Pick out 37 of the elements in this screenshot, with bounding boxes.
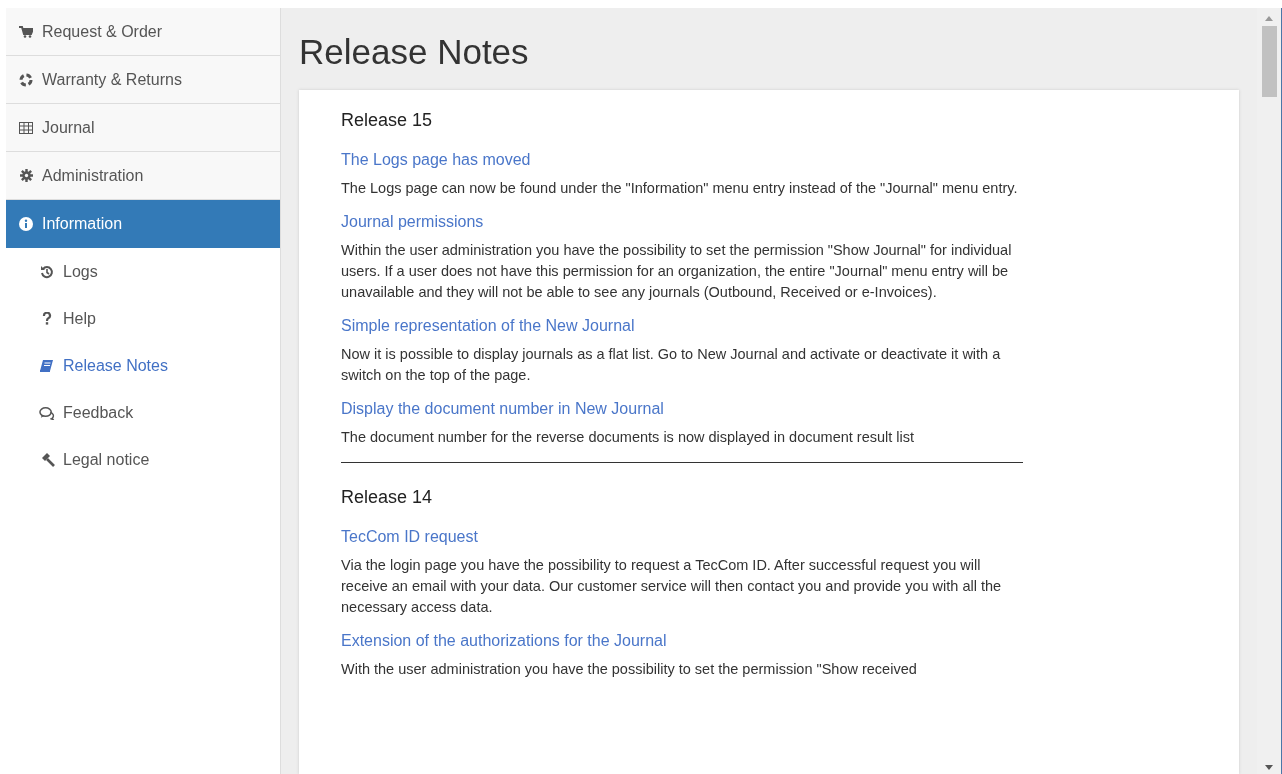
sidebar-item[interactable]: Warranty & Returns <box>6 56 280 104</box>
question-icon <box>42 312 52 325</box>
section-text: Now it is possible to display journals as a flat list. Go to New Journal and activate or deactivate it with a switch on the top of the page. <box>341 345 1002 385</box>
section-text: The document number for the reverse documents is now displayed in document result list <box>341 428 916 447</box>
section-heading: Extension of the authorizations for the Journal <box>341 632 667 650</box>
page-title: Release Notes <box>299 32 529 72</box>
sidebar-subitem[interactable]: Help <box>6 295 280 342</box>
sidebar-item[interactable]: Journal <box>6 104 280 152</box>
cart-icon <box>19 25 33 38</box>
sidebar-item[interactable]: Administration <box>6 152 280 200</box>
info-icon <box>19 216 33 231</box>
section-text: The Logs page can now be found under the "Information" menu entry instead of the "Journal" menu entry. <box>341 179 1019 198</box>
scrollbar-thumb[interactable] <box>1261 26 1277 97</box>
section-text: With the user administration you have the possibility to set the permission "Show received <box>341 660 918 679</box>
section-heading: The Logs page has moved <box>341 151 531 169</box>
sidebar-item[interactable]: Request & Order <box>6 8 280 56</box>
section-text: Via the login page you have the possibility to request a TecCom ID. After successful request you will receive an email with your data. Our customer service will then contact you and provide you with all the necessary access data. <box>341 556 1003 617</box>
release-heading: Release 14 <box>341 487 433 508</box>
section-text: Within the user administration you have the possibility to set the permission "Show Journal" for individual users. If a user does not have this permission for an organization, the entire "Journal" menu entry will be unavailable and they will not be able to see any journals (Outbound, Received or e-Invoices). <box>341 241 1013 302</box>
sidebar-subitem[interactable]: Logs <box>6 248 280 295</box>
history-icon <box>40 264 54 279</box>
section-heading: Simple representation of the New Journal <box>341 317 635 335</box>
section-heading: Display the document number in New Journal <box>341 400 664 418</box>
release-heading: Release 15 <box>341 110 433 131</box>
section-heading: TecCom ID request <box>341 528 478 546</box>
sidebar-subitem[interactable]: Feedback <box>6 389 280 436</box>
table-icon <box>19 121 33 134</box>
book-icon <box>40 358 54 373</box>
scroll-down-icon[interactable] <box>1265 765 1273 770</box>
gear-icon <box>19 169 33 182</box>
sidebar-item[interactable]: Information <box>6 200 280 248</box>
comments-icon <box>39 405 55 420</box>
sidebar-subitem[interactable]: Legal notice <box>6 436 280 483</box>
sidebar-subitem[interactable]: Release Notes <box>6 342 280 389</box>
scroll-up-icon[interactable] <box>1265 16 1273 21</box>
life-ring-icon <box>19 72 33 87</box>
section-heading: Journal permissions <box>341 213 484 231</box>
